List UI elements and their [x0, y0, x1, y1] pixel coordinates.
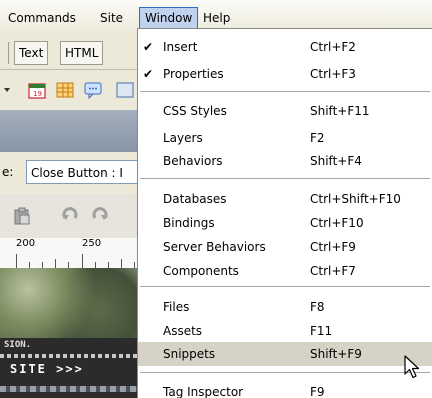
menu-item-shortcut: F8	[310, 300, 325, 314]
menu-item-shortcut: F11	[310, 324, 333, 338]
menu-item-databases[interactable]: Databases Ctrl+Shift+F10	[138, 187, 432, 211]
menu-site[interactable]: Site	[96, 9, 127, 27]
menu-item-tag-inspector[interactable]: Tag Inspector F9	[138, 380, 432, 398]
date-icon[interactable]: 19	[28, 81, 46, 99]
menu-separator	[140, 372, 430, 374]
ruler-label-250: 250	[82, 238, 102, 249]
menu-commands[interactable]: Commands	[4, 9, 80, 27]
check-icon: ✔	[143, 67, 154, 81]
menu-item-assets[interactable]: Assets F11	[138, 319, 432, 343]
menu-help[interactable]: Help	[199, 9, 234, 27]
ruler-tick	[121, 259, 122, 268]
background-editor: Text HTML 19 e: Close Button: I 200 250…	[0, 36, 140, 398]
menu-item-label: Behaviors	[163, 154, 223, 168]
menu-item-layers[interactable]: Layers F2	[138, 126, 432, 150]
banner-stripe	[0, 354, 140, 358]
menu-item-label: Layers	[163, 131, 203, 145]
mouse-cursor-icon	[404, 355, 420, 379]
tab-html[interactable]: HTML	[60, 41, 104, 65]
menu-item-label: Snippets	[163, 347, 216, 361]
menu-item-label: Server Behaviors	[163, 240, 266, 254]
ruler-tick	[82, 254, 83, 268]
banner-text-main: SITE >>>	[10, 362, 84, 376]
menu-item-css-styles[interactable]: CSS Styles Shift+F11	[138, 99, 432, 123]
properties-label: e:	[2, 165, 14, 179]
properties-bar: e: Close Button : I	[0, 152, 140, 194]
window-menu: ✔ Insert Ctrl+F2 ✔ Properties Ctrl+F3 CS…	[137, 28, 432, 398]
redo-icon[interactable]	[90, 206, 110, 226]
banner-text-top: SION.	[4, 340, 32, 350]
edit-toolbar	[0, 194, 140, 238]
menu-item-behaviors[interactable]: Behaviors Shift+F4	[138, 149, 432, 173]
menu-item-label: Bindings	[163, 216, 215, 230]
menu-window[interactable]: Window	[139, 7, 199, 29]
design-view-image	[0, 268, 140, 338]
menu-item-label: Files	[163, 300, 190, 314]
menu-item-label: Assets	[163, 324, 203, 338]
check-icon: ✔	[143, 40, 154, 54]
menu-separator	[140, 91, 430, 93]
menu-item-shortcut: F9	[310, 385, 325, 398]
media-icon[interactable]	[116, 81, 134, 99]
ruler-label-200: 200	[16, 238, 36, 249]
app-window: Commands Site Window Help Text HTML 19 e…	[0, 0, 432, 398]
menu-item-shortcut: Ctrl+F2	[310, 40, 356, 54]
menu-item-bindings[interactable]: Bindings Ctrl+F10	[138, 211, 432, 235]
panel-header	[0, 110, 140, 152]
tab-text[interactable]: Text	[14, 41, 49, 65]
menu-item-shortcut: Ctrl+F10	[310, 216, 364, 230]
paste-icon[interactable]	[12, 206, 32, 226]
insert-icon-bar: 19	[0, 70, 140, 110]
menu-item-shortcut: Shift+F11	[310, 104, 370, 118]
menu-item-label: Components	[163, 264, 239, 278]
undo-icon[interactable]	[60, 206, 80, 226]
menu-item-shortcut: Shift+F4	[310, 154, 362, 168]
menu-item-properties[interactable]: ✔ Properties Ctrl+F3	[138, 62, 432, 86]
menu-separator	[140, 178, 430, 180]
menu-item-label: CSS Styles	[163, 104, 227, 118]
menu-item-shortcut: Shift+F9	[310, 347, 362, 361]
dropdown-arrow-icon[interactable]	[2, 81, 20, 99]
menu-item-label: Tag Inspector	[163, 385, 244, 398]
menu-item-server-behaviors[interactable]: Server Behaviors Ctrl+F9	[138, 235, 432, 259]
ruler-tick	[55, 259, 56, 268]
document-toolbar: Text HTML	[0, 36, 140, 70]
menu-item-label: Insert	[163, 40, 198, 54]
menu-item-shortcut: Ctrl+F7	[310, 264, 356, 278]
menu-separator	[140, 286, 430, 288]
menu-item-shortcut: Ctrl+F3	[310, 67, 356, 81]
svg-text:19: 19	[33, 90, 42, 98]
menu-item-files[interactable]: Files F8	[138, 295, 432, 319]
menu-item-components[interactable]: Components Ctrl+F7	[138, 259, 432, 283]
menu-item-shortcut: F2	[310, 131, 325, 145]
menu-item-shortcut: Ctrl+F9	[310, 240, 356, 254]
menu-item-label: Databases	[163, 192, 227, 206]
menu-item-shortcut: Ctrl+Shift+F10	[310, 192, 401, 206]
horizontal-ruler: 200 250	[0, 238, 140, 269]
menu-item-insert[interactable]: ✔ Insert Ctrl+F2	[138, 35, 432, 59]
menu-item-snippets[interactable]: Snippets Shift+F9	[138, 342, 432, 366]
table-icon[interactable]	[56, 81, 74, 99]
design-view-banner: SION. SITE >>>	[0, 338, 140, 398]
menu-item-label: Properties	[163, 67, 224, 81]
comment-icon[interactable]	[84, 81, 102, 99]
ruler-tick	[16, 254, 17, 268]
selected-object-field[interactable]: Close Button : I	[26, 160, 140, 184]
toolbar-divider	[8, 42, 9, 64]
banner-stripe-bottom	[0, 386, 140, 392]
